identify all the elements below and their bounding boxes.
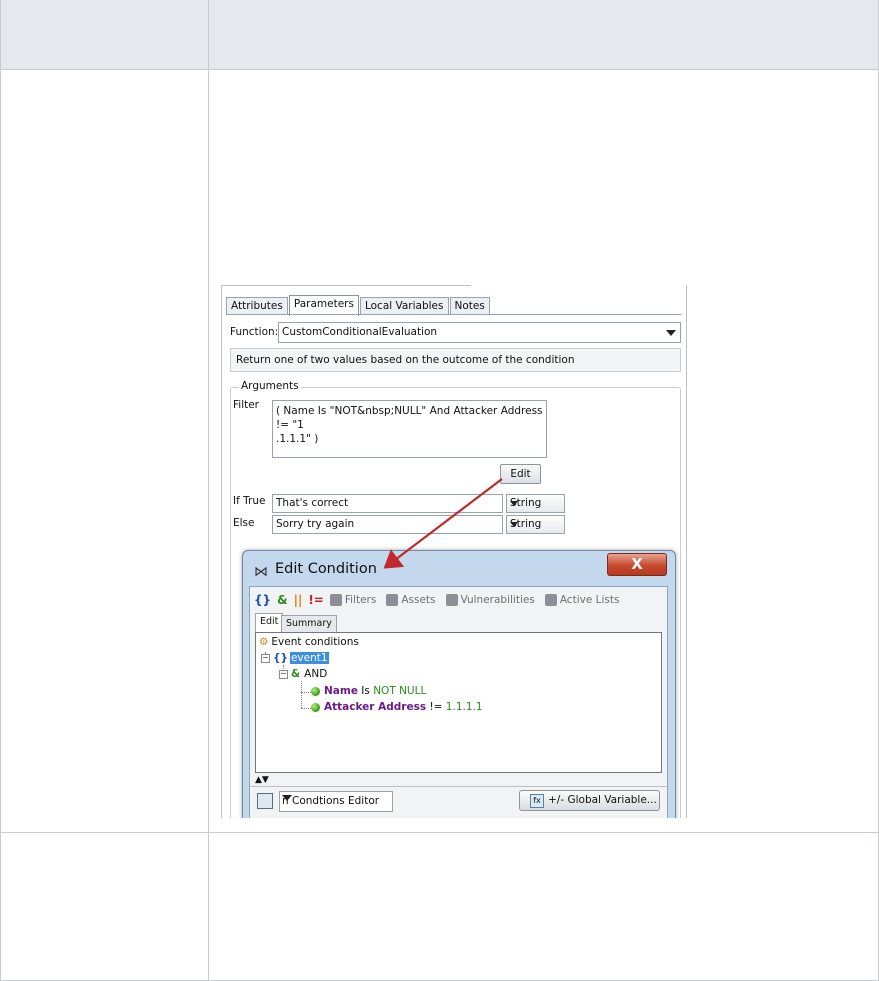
condition-dot-icon [311,702,320,712]
condition-tree[interactable]: ⚙ Event conditions − {} event1 − & AND N… [255,632,662,773]
global-variable-button[interactable]: fx +/- Global Variable... [519,790,660,811]
condition-icon: ⋈ [254,564,268,580]
cond2-op: != [429,701,443,713]
filter-textarea[interactable]: ( Name Is "NOT&nbsp;NULL" And Attacker A… [272,400,547,458]
global-variable-label: +/- Global Variable... [548,794,657,806]
function-description: Return one of two values based on the ou… [230,348,681,372]
tab-attributes[interactable]: Attributes [226,297,288,315]
vulnerability-icon [445,594,458,606]
asset-icon [386,594,399,606]
filter-line-2: .1.1.1" ) [276,433,319,445]
parameters-screenshot: Attributes Parameters Local Variables No… [221,285,688,818]
function-label: Function: [230,326,279,338]
tree-condition-1[interactable]: Name Is NOT NULL [311,685,426,697]
tab-parameters[interactable]: Parameters [288,295,359,316]
active-lists-button[interactable]: Active Lists [544,594,620,606]
list-icon [544,594,557,606]
filter-label: Filter [233,399,260,411]
and-label: AND [304,668,328,680]
edit-condition-dialog: ⋈ Edit Condition X {} & || != Filters As… [242,550,676,818]
cond1-field: Name [324,685,358,697]
tree-condition-2[interactable]: Attacker Address != 1.1.1.1 [311,701,483,713]
else-field[interactable]: Sorry try again [272,515,503,534]
collapse-icon[interactable]: − [279,669,288,679]
screenshot-edge [686,285,687,818]
tree-and-node[interactable]: − & AND [279,668,327,680]
gear-icon: ⚙ [259,636,269,648]
screenshot-edge [221,285,222,818]
tree-root[interactable]: ⚙ Event conditions [259,636,359,648]
editor-mode-icon[interactable] [257,793,273,809]
brackets-icon[interactable]: {} [254,593,271,607]
filter-icon [329,594,342,606]
condition-dot-icon [311,686,320,696]
dialog-body: {} & || != Filters Assets Vulnerabilitie… [249,586,668,818]
dialog-title: Edit Condition [275,561,377,577]
cond1-op: Is [361,685,370,697]
condition-toolbar: {} & || != Filters Assets Vulnerabilitie… [254,591,629,609]
if-true-field[interactable]: That's correct [272,494,503,513]
splitter-arrows[interactable]: ▲▼ [255,775,269,785]
if-true-type-select[interactable]: String [506,494,565,513]
else-value: Sorry try again [276,518,355,530]
editor-mode-value: n Condtions Editor [282,795,380,807]
not-equal-icon[interactable]: != [308,593,324,607]
tab-summary[interactable]: Summary [281,615,337,632]
filter-line-1: ( Name Is "NOT&nbsp;NULL" And Attacker A… [276,405,543,431]
else-label: Else [233,517,255,529]
chevron-down-icon [510,522,518,527]
tab-panel-border [226,314,681,315]
active-lists-label: Active Lists [559,594,620,606]
or-icon[interactable]: || [294,593,303,607]
function-value: CustomConditionalEvaluation [282,326,438,338]
table-border-left [0,0,1,981]
assets-label: Assets [401,594,436,606]
vulnerabilities-button[interactable]: Vulnerabilities [445,594,535,606]
cond1-value: NOT NULL [373,685,427,697]
tree-root-label: Event conditions [271,636,359,648]
function-select[interactable]: CustomConditionalEvaluation [278,322,681,343]
cond2-field: Attacker Address [324,701,427,713]
description-text: Return one of two values based on the ou… [236,354,575,366]
chevron-down-icon [510,501,518,506]
brackets-icon: {} [273,652,288,664]
table-header-row [0,0,879,70]
screenshot-edge [221,285,471,286]
tab-edit[interactable]: Edit [255,613,284,632]
edit-filter-button[interactable]: Edit [500,464,541,484]
function-icon: fx [530,794,544,808]
filters-button[interactable]: Filters [329,594,377,606]
else-type-select[interactable]: String [506,515,565,534]
arguments-title: Arguments [239,380,301,392]
table-column-divider [208,0,209,981]
properties-tabs: Attributes Parameters Local Variables No… [226,295,491,316]
chevron-down-icon [282,795,292,801]
if-true-value: That's correct [276,497,349,509]
event-label: event1 [289,652,329,664]
vulnerabilities-label: Vulnerabilities [460,594,535,606]
chevron-down-icon [666,330,676,336]
table-row-divider [0,832,879,833]
tab-local-variables[interactable]: Local Variables [359,297,449,315]
bottom-divider [250,786,667,787]
and-icon: & [291,668,301,680]
editor-mode-select[interactable]: n Condtions Editor [279,791,393,812]
filters-label: Filters [344,594,377,606]
if-true-label: If True [233,495,266,507]
tree-event-node[interactable]: − {} event1 [261,652,329,664]
tab-notes[interactable]: Notes [449,297,490,315]
and-icon[interactable]: & [277,593,287,607]
cond2-value: 1.1.1.1 [445,701,483,713]
close-button[interactable]: X [607,553,667,576]
collapse-icon[interactable]: − [261,653,270,663]
assets-button[interactable]: Assets [386,594,436,606]
